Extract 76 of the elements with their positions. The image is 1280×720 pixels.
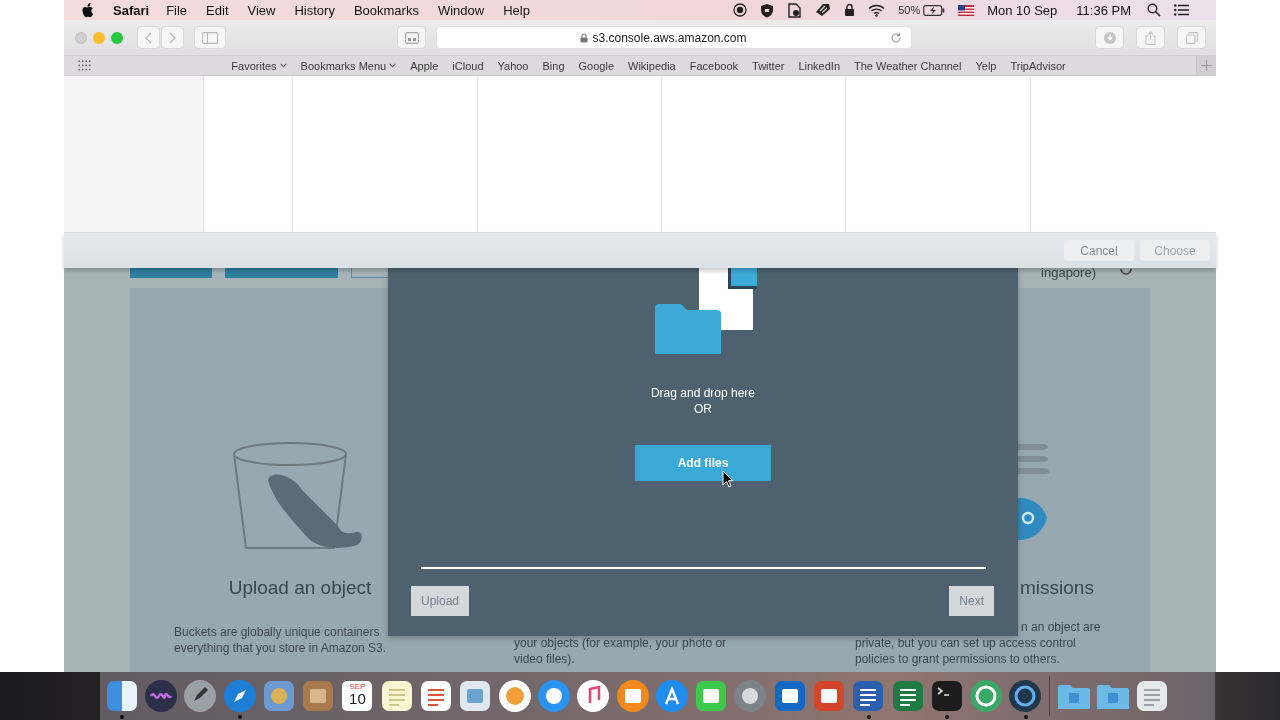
download-icon <box>1103 31 1116 44</box>
music-note-icon <box>576 679 611 713</box>
lock-icon <box>580 32 589 43</box>
refresh-icon[interactable] <box>1120 268 1132 276</box>
tab-overview-icon <box>404 31 419 44</box>
description-text: everything that you store in Amazon S3. <box>174 640 388 656</box>
menu-item[interactable]: File <box>166 2 188 18</box>
menu-item[interactable]: Bookmarks <box>353 2 419 18</box>
list-icon[interactable] <box>1174 4 1189 16</box>
caret-icon <box>279 63 287 68</box>
url-text: s3.console.aws.amazon.com <box>592 30 747 45</box>
bookmark-folder[interactable]: Favorites <box>231 59 287 72</box>
chevron-left-icon <box>145 31 152 44</box>
bookmark-link[interactable]: iCloud <box>452 59 484 72</box>
card-title: Upload an object <box>228 577 372 599</box>
document-icon <box>851 679 886 713</box>
menu-item[interactable]: View <box>247 2 276 18</box>
address-field[interactable]: s3.console.aws.amazon.com <box>436 26 912 49</box>
bookmark-link[interactable]: Twitter <box>752 59 785 72</box>
shield-icon[interactable] <box>760 2 775 18</box>
record-icon[interactable] <box>733 3 748 17</box>
tag-icon[interactable] <box>815 3 832 17</box>
region-label: ingapore) <box>1041 268 1096 280</box>
battery-charging-icon[interactable] <box>923 4 946 16</box>
document-icon[interactable] <box>787 2 803 18</box>
drop-prompt: Drag and drop here <box>650 385 756 401</box>
separator-text: OR <box>694 401 712 417</box>
bookmark-link[interactable]: Wikipedia <box>628 59 676 72</box>
app-store-icon <box>654 679 689 713</box>
grid-icon[interactable] <box>78 60 91 71</box>
menu-item[interactable]: Edit <box>206 2 229 18</box>
bookmark-link[interactable]: Yahoo <box>497 59 529 72</box>
tabs-icon <box>1185 31 1198 44</box>
bookmark-link[interactable]: Facebook <box>689 59 738 72</box>
description-text: policies to grant permissions to others. <box>855 651 1061 667</box>
bookmark-link[interactable]: Apple <box>410 59 439 72</box>
search-icon[interactable] <box>1147 3 1161 17</box>
lock-icon[interactable] <box>844 3 856 17</box>
mouse-cursor-icon <box>722 470 734 488</box>
description-text: your objects (for example, your photo or <box>514 635 728 651</box>
checklist-icon <box>419 679 453 713</box>
bookmark-link[interactable]: Bing <box>542 59 565 72</box>
bookmark-link[interactable]: The Weather Channel <box>854 59 962 72</box>
sidebar-icon <box>202 31 218 44</box>
bookmark-link[interactable]: Yelp <box>975 59 997 72</box>
menu-item[interactable]: Window <box>437 2 485 18</box>
spreadsheet-icon <box>890 679 925 713</box>
notepad-icon <box>379 679 414 713</box>
caret-icon <box>389 63 397 68</box>
wifi-icon[interactable] <box>868 3 886 17</box>
dock-item[interactable]: SEP 10 <box>337 672 378 720</box>
reload-icon[interactable] <box>890 31 902 44</box>
flag-icon[interactable] <box>958 4 975 16</box>
description-text: Buckets are globally unique containers <box>174 624 381 640</box>
battery-percentage: 50% <box>898 4 921 16</box>
bookmark-folder[interactable]: Bookmarks Menu <box>300 59 397 72</box>
plus-icon <box>1201 60 1212 71</box>
tab-overview-button[interactable] <box>397 26 426 49</box>
terminal-icon <box>929 679 964 713</box>
menu-bar-clock[interactable]: 11:36 PM <box>1076 2 1131 18</box>
compass-icon <box>222 679 257 713</box>
apple-icon[interactable] <box>82 2 95 18</box>
description-text: video files). <box>514 651 576 667</box>
bookmark-link[interactable]: TripAdvisor <box>1010 59 1066 72</box>
bookmark-link[interactable]: LinkedIn <box>798 59 840 72</box>
calendar-icon: SEP 10 <box>342 681 373 711</box>
description-text: private, but you can set up access control <box>855 635 1077 651</box>
card-title: missions <box>1020 577 1094 599</box>
app-menu[interactable]: Safari <box>113 2 150 18</box>
share-icon <box>1145 30 1156 45</box>
chevron-right-icon <box>169 31 176 44</box>
description-text: n an object are <box>1020 619 1102 635</box>
bookmark-link[interactable]: Google <box>578 59 614 72</box>
menu-item[interactable]: History <box>294 2 335 18</box>
menu-bar-date[interactable]: Mon 10 Sep <box>987 2 1058 18</box>
menu-item[interactable]: Help <box>503 2 530 18</box>
